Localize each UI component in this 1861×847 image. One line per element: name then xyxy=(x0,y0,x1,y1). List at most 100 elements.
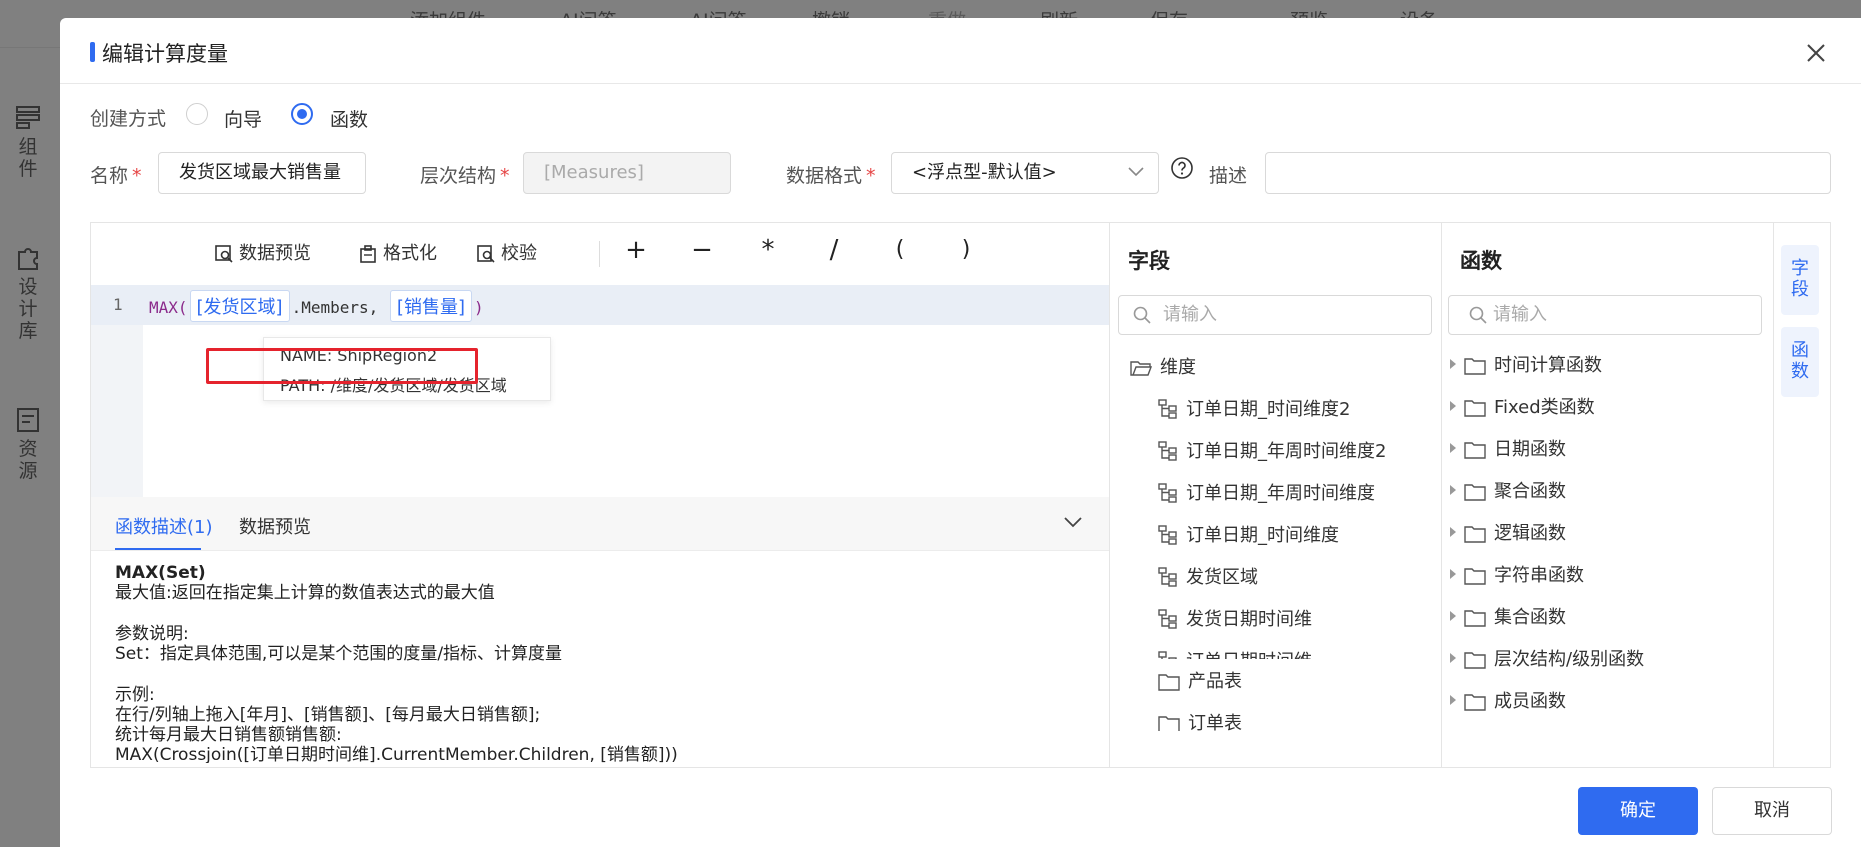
tree-item-ship-region[interactable]: 发货区域 xyxy=(1158,563,1258,589)
format-button[interactable]: 格式化 xyxy=(359,239,437,265)
caret-right-icon xyxy=(1450,359,1456,369)
tree-item-label: 发货日期时间维 xyxy=(1186,609,1312,630)
folder-icon xyxy=(1464,358,1486,375)
functions-search-placeholder: 请输入 xyxy=(1493,304,1547,325)
fields-title: 字段 xyxy=(1128,249,1170,273)
func-category[interactable]: 字符串函数 xyxy=(1450,561,1584,587)
help-icon[interactable] xyxy=(1170,156,1194,180)
code-token-ship-region[interactable]: [发货区域] xyxy=(189,290,290,322)
radio-function[interactable] xyxy=(291,103,313,125)
hierarchy-icon xyxy=(1158,609,1177,629)
cancel-button[interactable]: 取消 xyxy=(1712,787,1832,835)
code-token-sales[interactable]: [销售量] xyxy=(389,290,472,322)
data-format-select[interactable]: <浮点型-默认值> xyxy=(891,152,1159,194)
resource-icon xyxy=(17,408,39,432)
chevron-down-icon xyxy=(1128,167,1144,177)
background-left-nav: 组件 设计库 资源 xyxy=(0,48,60,847)
code-expression[interactable]: MAX([发货区域] .Members, [销售量]) xyxy=(149,290,484,322)
folder-icon xyxy=(1158,716,1180,731)
code-editor[interactable]: 1 MAX([发货区域] .Members, [销售量]) xyxy=(91,285,1109,497)
tree-item-label: 发货区域 xyxy=(1186,567,1258,588)
hierarchy-icon xyxy=(1158,483,1177,503)
tree-item[interactable]: 发货日期时间维 xyxy=(1158,605,1312,631)
func-category[interactable]: 成员函数 xyxy=(1450,687,1566,713)
func-category[interactable]: 集合函数 xyxy=(1450,603,1566,629)
toolbar-divider xyxy=(599,241,600,267)
func-category-label: 日期函数 xyxy=(1494,439,1566,460)
line-number: 1 xyxy=(113,295,123,314)
format-label: 格式化 xyxy=(383,243,437,264)
chevron-down-icon[interactable] xyxy=(1063,515,1083,529)
side-tab-functions-l2: 数 xyxy=(1791,361,1809,382)
operator-close-paren[interactable]: ) xyxy=(951,237,981,262)
func-category[interactable]: Fixed类函数 xyxy=(1450,393,1595,419)
validate-icon xyxy=(477,245,495,263)
name-label: 名称 * xyxy=(90,165,142,187)
data-preview-label: 数据预览 xyxy=(239,243,311,264)
tree-item[interactable]: 订单日期_年周时间维度 xyxy=(1158,479,1375,505)
folder-icon xyxy=(1464,652,1486,669)
dialog-header: 编辑计算度量 xyxy=(60,18,1861,84)
tab-function-description[interactable]: 函数描述(1) xyxy=(115,513,213,539)
dialog-title: 编辑计算度量 xyxy=(102,42,228,66)
nav-design-library-label: 设计库 xyxy=(18,276,38,342)
operator-multiply[interactable]: * xyxy=(753,235,783,265)
side-tabs: 字段 函数 xyxy=(1773,223,1832,767)
tree-item[interactable]: 订单日期_时间维度 xyxy=(1158,521,1339,547)
func-category[interactable]: 聚合函数 xyxy=(1450,477,1566,503)
desc-summary: 最大值:返回在指定集上计算的数值表达式的最大值 xyxy=(115,583,495,603)
functions-search-input[interactable]: 请输入 xyxy=(1448,295,1762,335)
code-members: .Members, xyxy=(291,298,379,317)
desc-params-title: 参数说明: xyxy=(115,624,189,644)
fields-search-input[interactable]: 请输入 xyxy=(1118,295,1432,335)
validate-button[interactable]: 校验 xyxy=(477,239,537,265)
folder-open-icon xyxy=(1130,361,1153,376)
nav-component-label: 组件 xyxy=(18,136,38,180)
folder-icon xyxy=(1464,484,1486,501)
func-category[interactable]: 时间计算函数 xyxy=(1450,351,1602,377)
operator-plus[interactable]: + xyxy=(621,235,651,265)
tree-folder-dimension[interactable]: 维度 xyxy=(1130,353,1196,379)
tree-item[interactable]: 订单日期_年周时间维度2 xyxy=(1158,437,1386,463)
folder-icon xyxy=(1158,674,1180,691)
puzzle-icon xyxy=(18,248,38,270)
tree-item-label: 订单日期_时间维度2 xyxy=(1186,399,1351,420)
folder-icon xyxy=(1464,400,1486,417)
func-category[interactable]: 逻辑函数 xyxy=(1450,519,1566,545)
tree-folder-order[interactable]: 订单表 xyxy=(1158,709,1242,731)
operator-open-paren[interactable]: ( xyxy=(885,237,915,262)
description-input[interactable] xyxy=(1265,152,1831,194)
hierarchy-icon xyxy=(1158,651,1177,659)
component-icon xyxy=(16,106,40,129)
confirm-button[interactable]: 确定 xyxy=(1578,787,1698,835)
func-category[interactable]: 层次结构/级别函数 xyxy=(1450,645,1644,671)
folder-icon xyxy=(1464,694,1486,711)
side-tab-fields[interactable]: 字段 xyxy=(1781,245,1819,315)
radio-wizard[interactable] xyxy=(186,103,208,125)
func-category[interactable]: 日期函数 xyxy=(1450,435,1566,461)
tree-item[interactable]: 订单日期时间维 xyxy=(1158,647,1312,659)
desc-params: Set：指定具体范围,可以是某个范围的度量/指标、计算度量 xyxy=(115,644,563,664)
caret-right-icon xyxy=(1450,695,1456,705)
operator-minus[interactable]: − xyxy=(687,235,717,265)
tab-data-preview[interactable]: 数据预览 xyxy=(239,513,311,539)
tree-item[interactable]: 订单日期_时间维度2 xyxy=(1158,395,1350,421)
validate-label: 校验 xyxy=(501,243,537,264)
nav-design-library: 设计库 xyxy=(0,244,56,342)
name-input[interactable]: 发货区域最大销售量 xyxy=(158,152,366,194)
folder-icon xyxy=(1464,526,1486,543)
fields-tree-tail: 产品表 订单表 xyxy=(1110,659,1441,731)
data-preview-button[interactable]: 数据预览 xyxy=(215,239,311,265)
tree-folder-product[interactable]: 产品表 xyxy=(1158,667,1242,693)
operator-divide[interactable]: / xyxy=(819,235,849,265)
data-format-label-text: 数据格式 xyxy=(786,165,863,187)
side-tab-functions[interactable]: 函数 xyxy=(1781,327,1819,397)
hierarchy-input: [Measures] xyxy=(523,152,731,194)
nav-component: 组件 xyxy=(0,104,56,180)
data-format-label: 数据格式 * xyxy=(786,165,876,187)
close-icon[interactable] xyxy=(1805,42,1827,64)
caret-right-icon xyxy=(1450,443,1456,453)
folder-icon xyxy=(1464,610,1486,627)
hierarchy-label: 层次结构 * xyxy=(420,165,510,187)
func-category-label: 时间计算函数 xyxy=(1494,355,1602,376)
